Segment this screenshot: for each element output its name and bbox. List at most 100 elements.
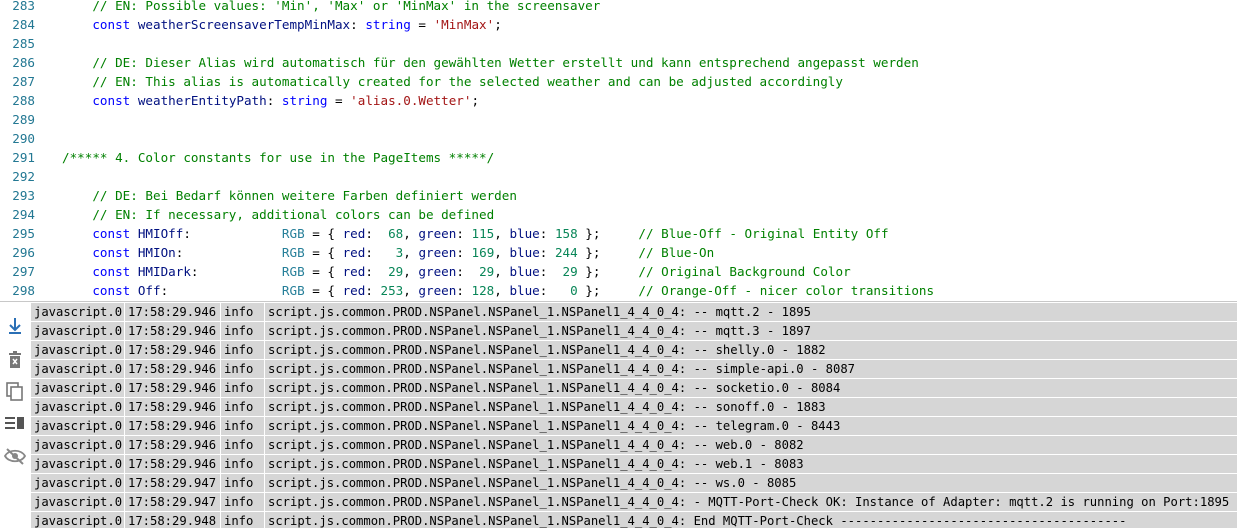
code-token: : [175, 245, 282, 260]
log-message: script.js.common.PROD.NSPanel.NSPanel_1.… [268, 400, 826, 414]
log-row[interactable]: javascript.0 17:58:29.946 info script.js.co… [31, 436, 1237, 455]
log-toolbar [0, 302, 30, 528]
line-number: 286 [12, 55, 35, 70]
log-time: 17:58:29.946 [125, 303, 221, 321]
log-time: 17:58:29.946 [125, 379, 221, 397]
copy-button[interactable] [3, 380, 27, 404]
log-row[interactable]: javascript.0 17:58:29.946 info script.js.co… [31, 379, 1237, 398]
code-token: : [160, 283, 282, 298]
log-source: javascript.0 [31, 436, 125, 454]
line-number: 293 [12, 188, 35, 203]
code-token: red [342, 264, 366, 279]
code-token: // EN: Possible values: 'Min', 'Max' or … [62, 0, 601, 13]
code-editor[interactable]: 283 // EN: Possible values: 'Min', 'Max'… [0, 0, 1237, 301]
code-token: }; [577, 264, 639, 279]
code-token: red [342, 245, 366, 260]
code-token: // Blue-Off - Original Entity Off [638, 226, 889, 241]
log-time: 17:58:29.948 [125, 512, 221, 528]
log-severity: info [221, 360, 265, 378]
log-row[interactable]: javascript.0 17:58:29.946 info script.js.co… [31, 360, 1237, 379]
code-token: green [418, 226, 457, 241]
code-token: , [403, 264, 419, 279]
log-row[interactable]: javascript.0 17:58:29.946 info script.js.co… [31, 398, 1237, 417]
code-token: : [456, 245, 472, 260]
scroll-to-bottom-button[interactable] [3, 314, 27, 338]
log-source: javascript.0 [31, 341, 125, 359]
delete-log-icon [9, 351, 21, 368]
log-row[interactable]: javascript.0 17:58:29.946 info script.js.co… [31, 455, 1237, 474]
code-token: weatherScreensaverTempMinMax [137, 17, 351, 32]
log-row[interactable]: javascript.0 17:58:29.947 info script.js.co… [31, 493, 1237, 512]
code-token: : [266, 93, 282, 108]
log-message: script.js.common.PROD.NSPanel.NSPanel_1.… [268, 495, 1230, 509]
code-text: const HMIOff: RGB = { red: 68, green: 11… [62, 224, 889, 243]
log-row[interactable]: javascript.0 17:58:29.946 info script.js.co… [31, 417, 1237, 436]
code-token: , [403, 245, 419, 260]
code-token: blue [509, 264, 540, 279]
log-severity: info [221, 417, 265, 435]
code-text: const weatherScreensaverTempMinMax: stri… [62, 15, 502, 34]
log-time: 17:58:29.946 [125, 322, 221, 340]
code-token: : [365, 264, 389, 279]
log-message: script.js.common.PROD.NSPanel.NSPanel_1.… [268, 362, 855, 376]
code-token: = [327, 93, 351, 108]
log-row[interactable]: javascript.0 17:58:29.946 info script.js.co… [31, 303, 1237, 322]
code-text: const HMIDark: RGB = { red: 29, green: 2… [62, 262, 851, 281]
code-token: = { [304, 264, 343, 279]
code-token: RGB [281, 226, 305, 241]
log-time: 17:58:29.947 [125, 474, 221, 492]
code-token: : [539, 226, 555, 241]
code-token: const [62, 264, 138, 279]
log-severity: info [221, 474, 265, 492]
log-severity: info [221, 493, 265, 511]
code-token: , [494, 226, 510, 241]
code-token: // EN: If necessary, additional colors c… [62, 207, 495, 222]
code-token: 0 [570, 283, 578, 298]
code-token: : [456, 226, 472, 241]
log-row[interactable]: javascript.0 17:58:29.946 info script.js.co… [31, 322, 1237, 341]
line-number: 295 [12, 226, 35, 241]
log-message: script.js.common.PROD.NSPanel.NSPanel_1.… [268, 324, 811, 338]
code-token: RGB [281, 245, 305, 260]
hide-button[interactable] [3, 444, 27, 468]
code-token: : [539, 245, 555, 260]
code-token: ; [494, 17, 502, 32]
code-token: const [62, 93, 138, 108]
code-text: const HMIOn: RGB = { red: 3, green: 169,… [62, 243, 714, 262]
list-view-button[interactable] [3, 412, 27, 436]
code-token: green [418, 264, 457, 279]
log-source: javascript.0 [31, 474, 125, 492]
code-text: const Off: RGB = { red: 253, green: 128,… [62, 281, 934, 300]
code-text: // EN: Possible values: 'Min', 'Max' or … [62, 0, 600, 15]
log-source: javascript.0 [31, 512, 125, 528]
delete-log-button[interactable] [3, 348, 27, 372]
code-token: const [62, 283, 138, 298]
code-token: // Original Background Color [638, 264, 851, 279]
copy-icon [6, 382, 23, 401]
line-number: 292 [12, 169, 35, 184]
code-token: }; [577, 226, 639, 241]
line-number: 291 [12, 150, 35, 165]
code-token: 244 [554, 245, 578, 260]
log-row[interactable]: javascript.0 17:58:29.946 info script.js.co… [31, 341, 1237, 360]
log-message: script.js.common.PROD.NSPanel.NSPanel_1.… [268, 419, 841, 433]
code-token: const [62, 245, 138, 260]
log-row[interactable]: javascript.0 17:58:29.948 info script.js.co… [31, 512, 1237, 528]
log-time: 17:58:29.947 [125, 493, 221, 511]
line-number: 289 [12, 112, 35, 127]
code-token: /***** 4. Color constants for use in the… [62, 150, 495, 165]
line-number: 287 [12, 74, 35, 89]
log-message: script.js.common.PROD.NSPanel.NSPanel_1.… [268, 381, 841, 395]
code-token: red [342, 283, 366, 298]
log-severity: info [221, 341, 265, 359]
code-token: weatherEntityPath [137, 93, 267, 108]
log-row[interactable]: javascript.0 17:58:29.947 info script.js.co… [31, 474, 1237, 493]
code-token: 29 [388, 264, 404, 279]
log-source: javascript.0 [31, 455, 125, 473]
code-token: : [365, 226, 389, 241]
code-token: = [410, 17, 434, 32]
code-token: , [403, 283, 419, 298]
log-source: javascript.0 [31, 493, 125, 511]
code-token: : [539, 264, 563, 279]
code-token: blue [509, 245, 540, 260]
